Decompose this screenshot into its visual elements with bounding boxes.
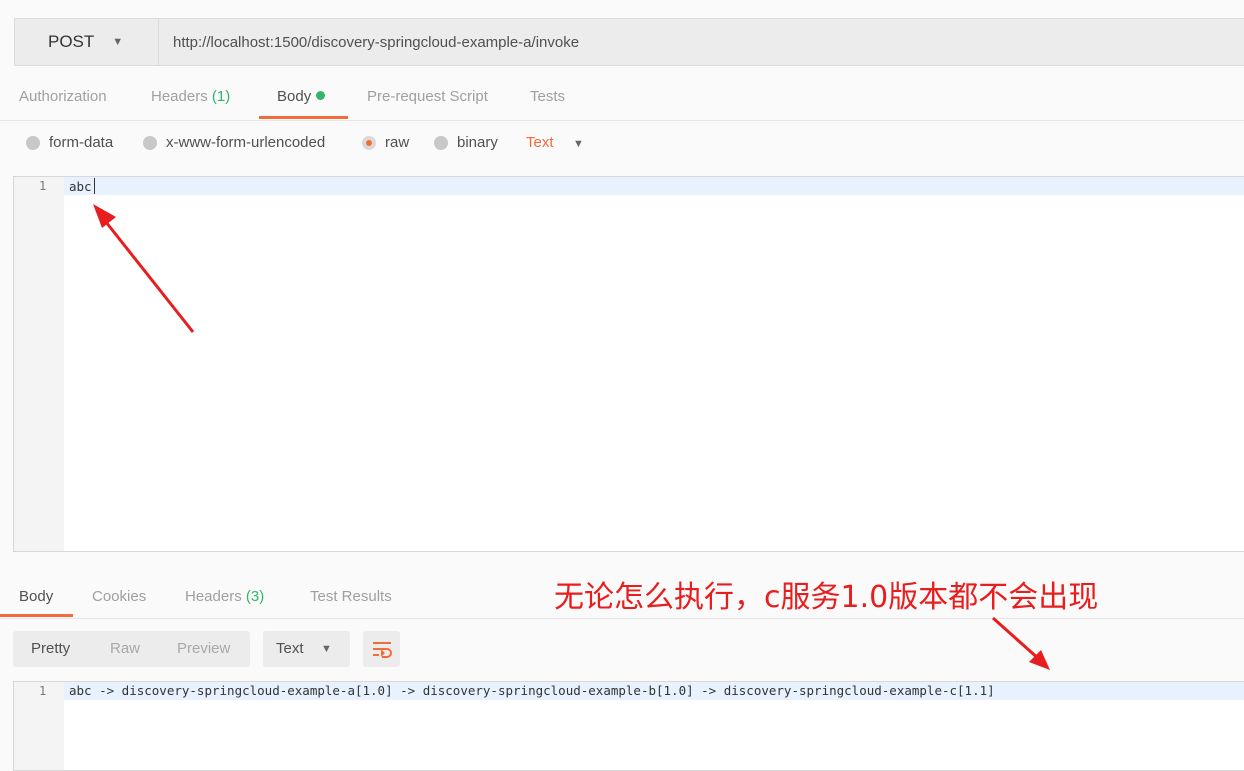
response-format-select[interactable]: Text ▼: [263, 631, 350, 667]
tab-cookies[interactable]: Cookies: [92, 588, 146, 605]
tab-label: Cookies: [92, 588, 147, 605]
tab-response-headers[interactable]: Headers (3): [185, 588, 264, 605]
annotation-arrow-icon: [93, 204, 195, 333]
response-view-toggle: Pretty Raw Preview: [13, 631, 250, 667]
body-indicator-dot-icon: [316, 91, 326, 100]
content-type-select[interactable]: Text: [526, 134, 554, 151]
chevron-down-icon: ▼: [112, 36, 124, 48]
radio-label: form-data: [49, 134, 114, 151]
radio-label: binary: [457, 134, 498, 151]
method-select[interactable]: POST ▼: [14, 18, 158, 66]
tab-label: Test Results: [310, 588, 392, 605]
line-gutter: [14, 177, 64, 551]
tab-label: Tests: [530, 88, 566, 105]
response-body-viewer[interactable]: 1 abc -> discovery-springcloud-example-a…: [13, 681, 1244, 771]
line-number: 1: [39, 684, 47, 698]
radio-form-data[interactable]: form-data: [26, 134, 113, 151]
tab-test-results[interactable]: Test Results: [310, 588, 392, 605]
active-tab-underline: [0, 614, 73, 617]
url-input[interactable]: http://localhost:1500/discovery-springcl…: [158, 18, 1244, 66]
tab-label: Headers: [185, 588, 242, 605]
wrap-lines-button[interactable]: [363, 631, 400, 667]
text-cursor: [94, 178, 95, 194]
radio-circle-icon: [26, 135, 40, 150]
tab-authorization[interactable]: Authorization: [19, 88, 107, 105]
tab-body[interactable]: Body: [277, 88, 326, 105]
tab-pre-request-script[interactable]: Pre-request Script: [367, 88, 488, 105]
tab-tests[interactable]: Tests: [530, 88, 565, 105]
url-text: http://localhost:1500/discovery-springcl…: [173, 33, 580, 51]
radio-label: raw: [385, 134, 410, 151]
radio-circle-icon: [434, 135, 448, 150]
tab-label: Pre-request Script: [367, 88, 488, 105]
radio-circle-icon: [143, 135, 157, 150]
tab-headers[interactable]: Headers (1): [151, 88, 230, 105]
format-label: Text: [276, 640, 304, 657]
raw-button[interactable]: Raw: [110, 640, 140, 657]
radio-selected-icon: [362, 135, 376, 150]
tab-label: Body: [19, 588, 54, 605]
tab-response-body[interactable]: Body: [19, 588, 53, 605]
radio-urlencoded[interactable]: x-www-form-urlencoded: [143, 134, 325, 151]
wrap-lines-icon: [372, 642, 392, 658]
annotation-arrow-icon: [992, 616, 1050, 670]
active-line-highlight: [64, 177, 1244, 195]
response-body-text: abc -> discovery-springcloud-example-a[1…: [69, 683, 995, 698]
radio-label: x-www-form-urlencoded: [166, 134, 326, 151]
line-number: 1: [39, 179, 47, 193]
request-body-text: abc: [69, 179, 92, 194]
pretty-button[interactable]: Pretty: [31, 640, 70, 657]
tab-label: Body: [277, 88, 312, 105]
tab-label: Headers: [151, 88, 208, 105]
tab-label: Authorization: [19, 88, 107, 105]
headers-count-badge: (1): [211, 88, 231, 105]
chevron-down-icon[interactable]: ▼: [573, 138, 584, 150]
headers-count-badge: (3): [245, 588, 265, 605]
preview-button[interactable]: Preview: [177, 640, 230, 657]
active-tab-underline: [259, 116, 348, 119]
radio-raw[interactable]: raw: [362, 134, 409, 151]
annotation-text: 无论怎么执行，c服务1.0版本都不会出现: [554, 580, 1099, 615]
method-label: POST: [48, 32, 95, 51]
request-tabs: Authorization Headers (1) Body Pre-reque…: [0, 78, 1244, 121]
chevron-down-icon: ▼: [321, 643, 332, 655]
radio-binary[interactable]: binary: [434, 134, 498, 151]
